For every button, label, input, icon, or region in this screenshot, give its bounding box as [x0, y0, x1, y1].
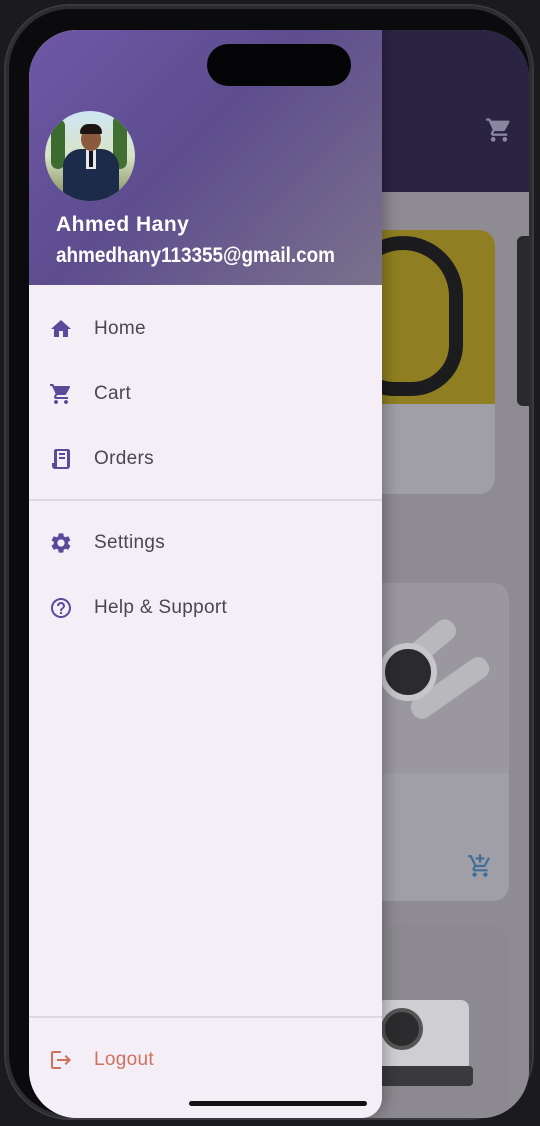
drawer-item-label: Settings [94, 532, 166, 553]
drawer-item-label: Home [94, 318, 146, 339]
drawer-item-label: Orders [94, 448, 154, 469]
avatar[interactable] [45, 111, 135, 201]
cart-icon[interactable] [485, 116, 513, 144]
cart-icon [47, 380, 75, 408]
drawer-item-label: Cart [94, 383, 132, 404]
logout-label: Logout [94, 1049, 154, 1070]
drawer-item-home[interactable]: Home [29, 301, 382, 357]
gear-icon [47, 529, 75, 557]
logout-icon [47, 1046, 75, 1074]
add-to-cart-icon[interactable] [467, 853, 493, 879]
drawer-item-orders[interactable]: Orders [29, 431, 382, 487]
drawer-item-help[interactable]: Help & Support [29, 580, 382, 636]
divider [29, 1016, 382, 1018]
logout-button[interactable]: Logout [29, 1032, 382, 1088]
user-email: ahmedhany113355@gmail.com [56, 244, 335, 267]
screen: Ahmed Hany ahmedhany113355@gmail.com Hom… [29, 30, 529, 1118]
phone-frame: Ahmed Hany ahmedhany113355@gmail.com Hom… [6, 6, 532, 1118]
product-card-edge [517, 236, 529, 406]
home-icon [47, 315, 75, 343]
drawer-item-cart[interactable]: Cart [29, 366, 382, 422]
drawer-item-label: Help & Support [94, 597, 228, 618]
user-name: Ahmed Hany [56, 213, 190, 236]
dynamic-island [207, 44, 351, 86]
orders-icon [47, 445, 75, 473]
home-indicator[interactable] [189, 1101, 367, 1106]
divider [29, 499, 382, 501]
navigation-drawer: Ahmed Hany ahmedhany113355@gmail.com Hom… [29, 30, 382, 1118]
help-icon [47, 594, 75, 622]
drawer-item-settings[interactable]: Settings [29, 515, 382, 571]
